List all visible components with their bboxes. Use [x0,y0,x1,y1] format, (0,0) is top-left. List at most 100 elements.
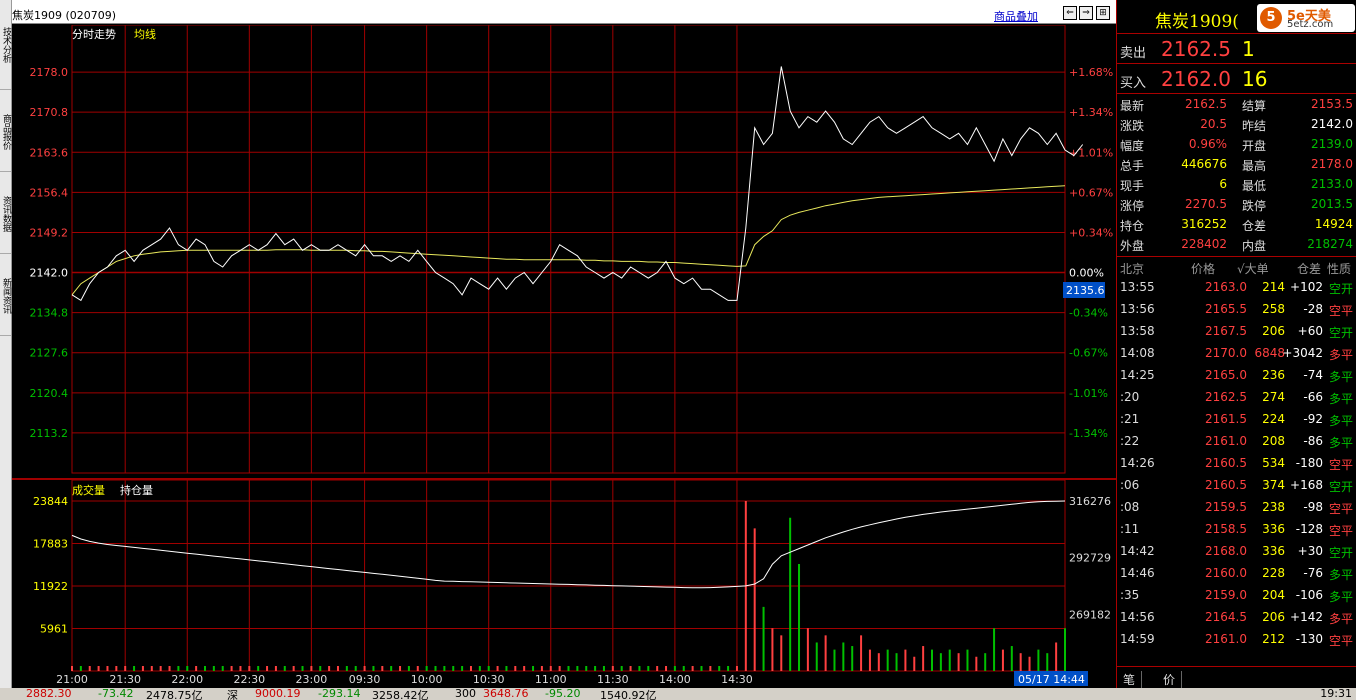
volume-tick-label: 23844 [33,495,68,508]
tick-row[interactable]: 14:59 2161.0 212 -130 空平 [1117,628,1356,650]
tick-nature: 空开 [1328,480,1353,494]
chart-title-bar: 焦炭1909 (020709) 商品叠加 ⇐ ⇒ ⊞ [0,0,1116,24]
stat-value: 2139.0 [1311,137,1353,151]
tick-row[interactable]: 14:08 2170.0 6848 +3042 多平 [1117,342,1356,364]
tick-oi-change: -74 [1303,368,1323,382]
tick-volume: 534 [1262,456,1285,470]
time-axis: 21:00 21:30 22:00 22:30 23:00 09:30 10:00 10:30… [56,673,753,686]
tick-row[interactable]: :20 2162.5 274 -66 多平 [1117,386,1356,408]
price-tick-label: 2156.4 [30,186,69,199]
panel-tabs: 笔 价 [1117,666,1356,688]
price-line [71,66,1084,302]
tick-volume: 212 [1262,632,1285,646]
volume-tick-label: 5961 [40,623,68,636]
tick-row[interactable]: 13:55 2163.0 214 +102 空开 [1117,276,1356,298]
open-interest-tick-label: 269182 [1069,608,1111,621]
stat-label: 持仓 [1120,219,1145,233]
price-tick-label: 2120.4 [30,387,69,400]
side-tab-technical[interactable]: 技术分析 [0,0,11,90]
tick-time: 13:55 [1120,280,1155,294]
tick-nature: 多平 [1328,392,1353,406]
index-sh-turnover: 2478.75亿 [146,689,203,700]
percent-axis-right: +1.68%+1.34%+1.01%+0.67%+0.34%0.00%-0.34… [1069,66,1113,440]
price-tick-label: 2170.8 [30,106,69,119]
stat-label: 结算 [1242,99,1267,113]
quote-stat-row: 涨停 2270.5 跌停 2013.5 [1117,194,1356,214]
time-tick-label: 21:00 [56,673,88,686]
tick-volume: 336 [1262,522,1285,536]
tick-row[interactable]: 14:46 2160.0 228 -76 多平 [1117,562,1356,584]
intraday-chart[interactable]: 分时走势 均线 成交量 持仓量 2178.0 2170.8 2163.6 2156.4… [12,25,1116,688]
volume-panel-frame [71,479,1066,672]
tick-volume: 206 [1262,324,1285,338]
tick-row[interactable]: 13:56 2165.5 258 -28 空平 [1117,298,1356,320]
side-tab-quotes[interactable]: 商品报价 [0,92,11,172]
tick-row[interactable]: :06 2160.5 374 +168 空开 [1117,474,1356,496]
tick-volume: 214 [1262,280,1285,294]
tick-oi-change: -66 [1303,390,1323,404]
chart-canvas[interactable]: 分时走势 均线 成交量 持仓量 2178.0 2170.8 2163.6 2156.4… [12,25,1116,688]
tick-row[interactable]: 14:26 2160.5 534 -180 空平 [1117,452,1356,474]
bid-qty: 16 [1242,67,1268,91]
tick-row[interactable]: :08 2159.5 238 -98 空平 [1117,496,1356,518]
tick-row[interactable]: :11 2158.5 336 -128 空平 [1117,518,1356,540]
side-tab-news[interactable]: 新闻资讯 [0,256,11,336]
tick-nature: 空平 [1328,304,1353,318]
quote-panel: 焦炭1909( 5 5e天美 5etz.com 卖出 2162.5 1 买入 2… [1116,0,1356,688]
tick-price: 2159.0 [1205,588,1247,602]
tick-oi-change: -92 [1303,412,1323,426]
tick-nature: 空平 [1328,458,1353,472]
tick-price: 2164.5 [1205,610,1247,624]
tick-nature: 多平 [1328,370,1353,384]
tab-trades[interactable]: 笔 [1117,671,1143,688]
side-tab-data[interactable]: 资讯数据 [0,174,11,254]
tab-price-levels[interactable]: 价 [1157,671,1183,688]
tick-price: 2158.5 [1205,522,1247,536]
logo-url: 5etz.com [1287,19,1334,30]
price-panel-frame [71,25,1066,474]
tick-nature: 空平 [1328,524,1353,538]
scroll-right-icon[interactable]: ⇒ [1079,6,1093,20]
tick-header-oi: 仓差 [1297,262,1322,276]
ask-label: 卖出 [1120,46,1147,61]
tick-oi-change: -128 [1295,522,1323,536]
quote-stat-row: 现手 6 最低 2133.0 [1117,174,1356,194]
legend-price-line: 分时走势 [72,28,116,41]
tick-row[interactable]: 13:58 2167.5 206 +60 空开 [1117,320,1356,342]
tick-row[interactable]: :22 2161.0 208 -86 多平 [1117,430,1356,452]
stat-label: 仓差 [1242,219,1267,233]
stat-value: 316252 [1181,217,1227,231]
volume-tick-label: 17883 [33,538,68,551]
tick-volume: 274 [1262,390,1285,404]
legend-volume: 成交量 [72,483,105,497]
open-interest-tick-label: 292729 [1069,552,1111,565]
tick-price: 2165.5 [1205,302,1247,316]
index-sz-label: 深 [227,689,238,700]
tick-row[interactable]: 14:25 2165.0 236 -74 多平 [1117,364,1356,386]
tick-volume: 238 [1262,500,1285,514]
tick-time: :08 [1120,500,1140,514]
tick-row[interactable]: 14:56 2164.5 206 +142 多平 [1117,606,1356,628]
tick-row[interactable]: 14:42 2168.0 336 +30 空开 [1117,540,1356,562]
tick-header-time: 北京 [1120,262,1145,276]
zoom-icon[interactable]: ⊞ [1096,6,1110,20]
bid-price: 2162.0 [1161,67,1231,91]
stat-value: 6 [1219,177,1227,191]
stat-label: 跌停 [1242,199,1267,213]
tick-oi-change: -180 [1295,456,1323,470]
stat-label: 内盘 [1242,239,1267,253]
index-sh-value: 2882.30 [26,688,72,700]
stat-label: 涨停 [1120,199,1145,213]
tick-volume: 374 [1262,478,1285,492]
volume-axis-left: 23844 17883 11922 5961 [33,495,68,636]
tick-nature: 多平 [1328,414,1353,428]
overlay-commodity-link[interactable]: 商品叠加 [994,8,1038,24]
percent-tick-label: +0.34% [1069,226,1113,239]
stat-label: 幅度 [1120,139,1145,153]
tick-time: :21 [1120,412,1140,426]
tick-row[interactable]: :21 2161.5 224 -92 多平 [1117,408,1356,430]
tick-nature: 多平 [1328,348,1353,362]
tick-price: 2160.5 [1205,456,1247,470]
tick-row[interactable]: :35 2159.0 204 -106 多平 [1117,584,1356,606]
scroll-left-icon[interactable]: ⇐ [1063,6,1077,20]
